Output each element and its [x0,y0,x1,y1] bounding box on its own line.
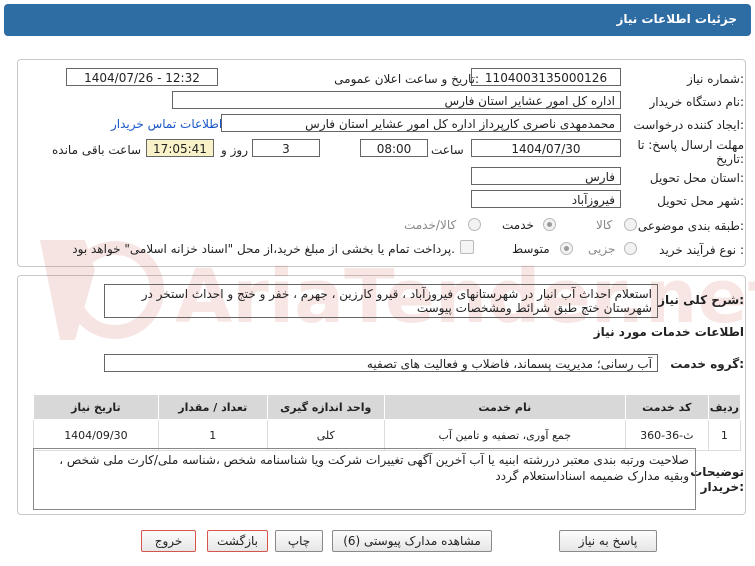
creator-label: ایجاد کننده درخواست: [633,118,744,132]
province-label: استان محل تحویل: [649,171,744,185]
category-radio-goods[interactable] [624,218,637,231]
reply-button[interactable]: پاسخ به نیاز [559,530,657,552]
cell-row-number: 1 [707,419,742,451]
column-header-name: نام خدمت [383,394,626,420]
column-header-qty: تعداد / مقدار [157,394,268,420]
services-section-title: اطلاعات خدمات مورد نیاز [593,325,744,339]
exit-button[interactable]: خروج [141,530,196,552]
category-radio-service[interactable] [543,218,556,231]
attachments-button[interactable]: مشاهده مدارک پیوستی (6) [332,530,492,552]
buyer-notes-label: توضیحات [690,465,744,479]
deadline-time-field: 08:00 [360,139,428,157]
buyer-org-label: نام دستگاه خریدار: [649,95,745,109]
cell-need-date: 1404/09/30 [33,419,159,451]
buyer-notes-label-2: خریدار: [700,480,744,494]
back-button[interactable]: بازگشت [207,530,268,552]
days-remaining-field: 3 [252,139,320,157]
page-title: جزئیات اطلاعات نیاز [616,12,737,26]
column-header-code: کد خدمت [624,394,709,420]
buyer-contact-link[interactable]: اطلاعات تماس خریدار [111,117,222,131]
province-field: فارس [471,167,621,185]
days-label: روز و [221,143,248,157]
service-group-label: گروه خدمت: [670,357,744,371]
time-remaining-field: 17:05:41 [146,139,214,157]
column-header-row: ردیف [707,394,742,420]
column-header-date: تاریخ نیاز [33,394,159,420]
services-table: ردیف کد خدمت نام خدمت واحد اندازه گیری ت… [33,394,742,451]
process-option-medium: متوسط [512,242,550,256]
category-option-goods-service: کالا/خدمت [404,218,457,232]
buyer-org-field: اداره کل امور عشایر استان فارس [172,91,621,109]
need-number-field: 1104003135000126 [471,68,621,86]
print-button[interactable]: چاپ [275,530,323,552]
process-radio-medium[interactable] [560,242,573,255]
category-label: طبقه بندی موضوعی: [637,219,744,233]
time-remaining-label: ساعت باقی مانده [52,143,142,157]
city-label: شهر محل تحویل: [657,194,744,208]
process-label: نوع فرآیند خرید : [659,243,744,257]
city-field: فیروزآباد [471,190,621,208]
creator-field: محمدمهدی ناصری کارپرداز اداره کل امور عش… [221,114,621,132]
deadline-date-field: 1404/07/30 [471,139,621,157]
deadline-label: مهلت ارسال پاسخ: تا [637,138,744,152]
description-label: شرح کلی نیاز: [658,293,744,307]
treasury-payment-note: پرداخت تمام یا بخشی از مبلغ خرید،از محل … [72,242,455,256]
cell-quantity: 1 [157,419,268,451]
need-number-label: شماره نیاز: [686,72,744,86]
column-header-unit: واحد اندازه گیری [266,394,385,420]
services-table-header: ردیف کد خدمت نام خدمت واحد اندازه گیری ت… [33,394,742,420]
cell-service-code: ث-36-360 [624,419,709,451]
table-row: 1 ث-36-360 جمع آوری، تصفیه و تامین آب کل… [33,419,742,451]
service-group-field: آب رسانی؛ مدیریت پسماند، فاضلاب و فعالیت… [104,354,658,372]
cell-service-name: جمع آوری، تصفیه و تامین آب [383,419,626,451]
buyer-notes-text: صلاحیت ورتبه بندی معتبر دررشته ابنیه یا … [33,448,696,510]
category-option-service: خدمت [502,218,534,232]
announce-date-label: تاریخ و ساعت اعلان عمومی: [334,72,479,86]
category-option-goods: کالا [596,218,613,232]
description-text: استعلام احداث آب انبار در شهرستانهای فیر… [104,284,658,318]
deadline-time-label: ساعت [431,143,464,157]
category-radio-goods-service[interactable] [468,218,481,231]
deadline-label-2: تاریخ: [716,152,744,166]
page-header: جزئیات اطلاعات نیاز [4,4,751,36]
process-radio-minor[interactable] [624,242,637,255]
announce-date-field: 1404/07/26 - 12:32 [66,68,218,86]
treasury-payment-checkbox[interactable] [460,240,474,254]
cell-unit: کلی [266,419,385,451]
process-option-minor: جزیی [588,242,616,256]
